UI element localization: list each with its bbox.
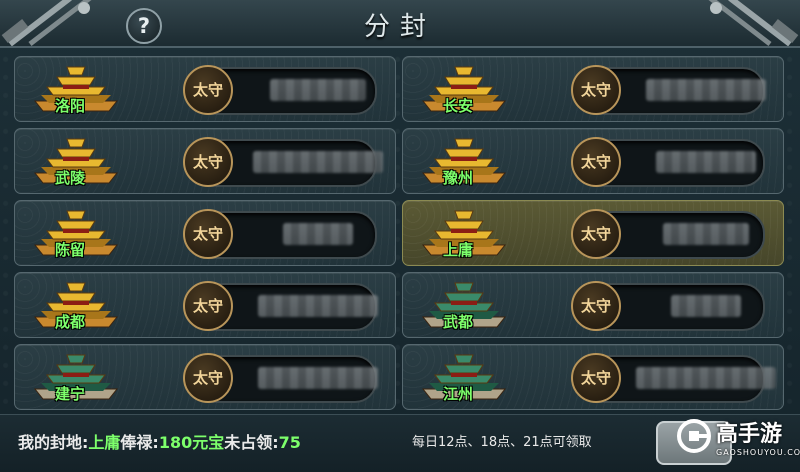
blurred-governor-name: [258, 295, 378, 317]
rank-badge: 太守: [571, 65, 621, 115]
blurred-governor-name: [646, 79, 766, 101]
gaoshouyou-logo-icon: [677, 419, 711, 453]
blurred-governor-name: [663, 223, 749, 245]
rank-badge: 太守: [183, 65, 233, 115]
rank-badge: 太守: [571, 209, 621, 259]
city-card[interactable]: 武都 太守: [402, 272, 784, 338]
blurred-governor-name: [656, 151, 756, 173]
city-name: 陈留: [54, 241, 85, 259]
watermark-site: GAOSHOUYOU.COM: [716, 448, 800, 457]
unclaimed-label: 未占领:: [224, 433, 279, 452]
rank-badge: 太守: [183, 353, 233, 403]
blurred-governor-name: [258, 367, 378, 389]
rank-badge: 太守: [571, 353, 621, 403]
salary-value: 180元宝: [158, 433, 225, 452]
city-name: 长安: [442, 97, 473, 115]
city-name: 江州: [442, 385, 473, 403]
city-card[interactable]: 陈留 太守: [14, 200, 396, 266]
blurred-governor-name: [283, 223, 353, 245]
city-name: 武陵: [54, 169, 85, 187]
city-name: 建宁: [54, 385, 85, 403]
city-name: 上庸: [442, 241, 473, 259]
fief-label: 我的封地:: [18, 433, 89, 452]
city-name: 成都: [54, 313, 85, 331]
city-card[interactable]: 豫州 太守: [402, 128, 784, 194]
salary-label: 俸禄:: [120, 433, 159, 452]
header-bar: ? 分封: [0, 0, 800, 48]
crossed-swords-icon: [708, 0, 799, 46]
watermark-brand: 高手游: [716, 422, 783, 447]
city-card[interactable]: 武陵 太守: [14, 128, 396, 194]
blurred-governor-name: [270, 79, 366, 101]
rank-badge: 太守: [183, 281, 233, 331]
page-title: 分封: [363, 12, 436, 42]
fief-city-grid: 洛阳 太守 长安 太守 武陵 太守 豫州 太守 陈留 太守 上庸 太守 成都 太…: [14, 56, 786, 410]
rank-badge: 太守: [183, 209, 233, 259]
city-card[interactable]: 长安 太守: [402, 56, 784, 122]
blurred-governor-name: [253, 151, 383, 173]
city-name: 洛阳: [54, 97, 85, 115]
city-card[interactable]: 上庸 太守: [402, 200, 784, 266]
crossed-swords-icon: [1, 0, 92, 46]
city-card[interactable]: 江州 太守: [402, 344, 784, 410]
fief-city: 上庸: [88, 433, 121, 452]
unclaimed-value: 75: [278, 433, 301, 452]
rank-badge: 太守: [183, 137, 233, 187]
city-name: 武都: [442, 313, 473, 331]
blurred-governor-name: [671, 295, 741, 317]
city-card[interactable]: 成都 太守: [14, 272, 396, 338]
city-card[interactable]: 洛阳 太守: [14, 56, 396, 122]
rank-badge: 太守: [571, 137, 621, 187]
fief-summary: 我的封地:上庸俸禄:180元宝未占领:75: [18, 429, 301, 453]
claim-timing-text: 每日12点、18点、21点可领取: [412, 435, 592, 450]
help-button[interactable]: ?: [126, 8, 162, 44]
rank-badge: 太守: [571, 281, 621, 331]
city-name: 豫州: [442, 169, 473, 187]
city-card[interactable]: 建宁 太守: [14, 344, 396, 410]
blurred-governor-name: [636, 367, 776, 389]
